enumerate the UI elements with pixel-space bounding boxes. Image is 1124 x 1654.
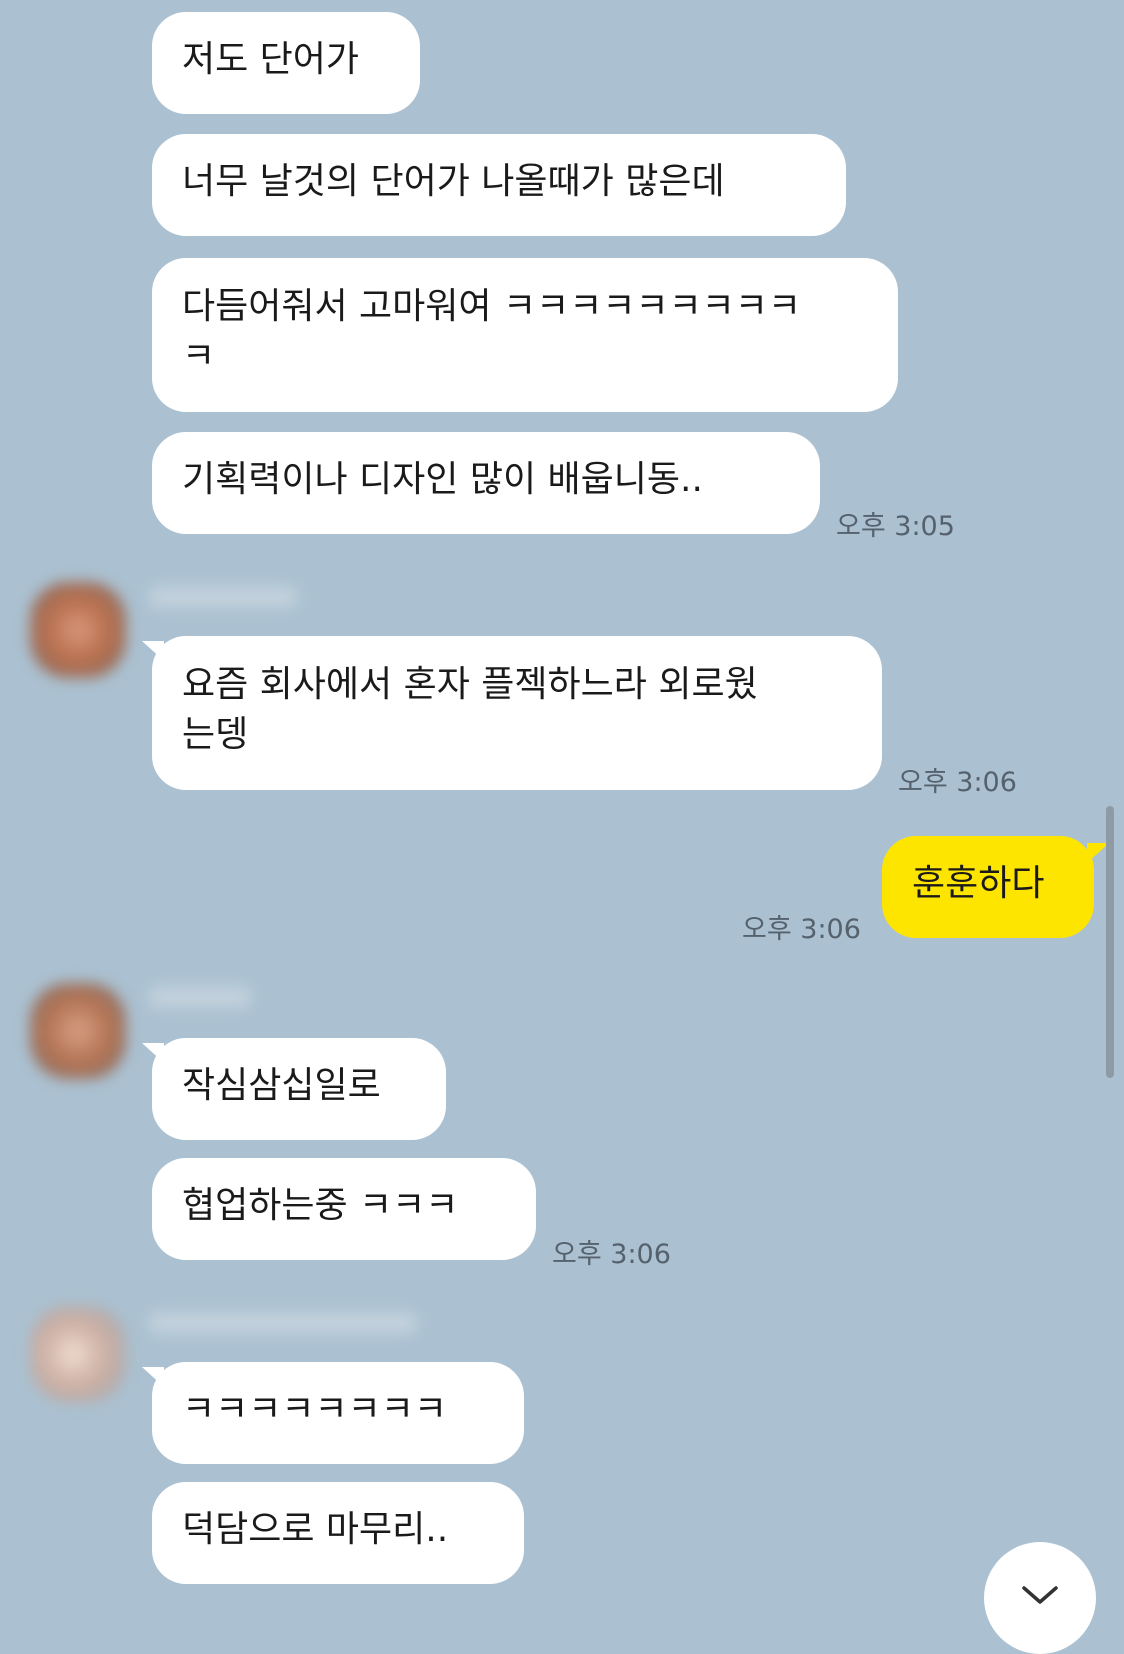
message-timestamp: 오후 3:06 — [898, 767, 1017, 798]
sender-name — [148, 1312, 418, 1334]
scroll-to-bottom-button[interactable] — [984, 1542, 1096, 1654]
message-bubble[interactable]: 저도 단어가 — [152, 12, 420, 114]
sender-avatar[interactable] — [30, 582, 126, 678]
message-bubble[interactable]: 기획력이나 디자인 많이 배웁니동.. — [152, 432, 820, 534]
message-timestamp: 오후 3:06 — [552, 1239, 671, 1270]
chat-message-list[interactable]: 저도 단어가 너무 날것의 단어가 나올때가 많은데 다듬어줘서 고마워여 ㅋㅋ… — [0, 0, 1124, 1597]
message-bubble[interactable]: 협업하는중 ㅋㅋㅋ — [152, 1158, 536, 1260]
message-bubble[interactable]: 너무 날것의 단어가 나올때가 많은데 — [152, 134, 846, 236]
message-bubble[interactable]: 작심삼십일로 — [152, 1038, 446, 1140]
sender-name — [148, 586, 298, 608]
message-timestamp: 오후 3:06 — [742, 914, 861, 945]
my-message-bubble[interactable]: 훈훈하다 — [882, 836, 1094, 938]
scrollbar-thumb[interactable] — [1106, 806, 1114, 1078]
sender-avatar[interactable] — [30, 1306, 126, 1402]
sender-avatar[interactable] — [30, 983, 126, 1079]
message-bubble[interactable]: 요즘 회사에서 혼자 플젝하느라 외로웠 는뎅 — [152, 636, 882, 790]
chevron-down-icon — [1022, 1586, 1058, 1604]
message-bubble[interactable]: ㅋㅋㅋㅋㅋㅋㅋㅋ — [152, 1362, 524, 1464]
sender-name — [148, 986, 252, 1008]
message-bubble[interactable]: 다듬어줘서 고마워여 ㅋㅋㅋㅋㅋㅋㅋㅋㅋ ㅋ — [152, 258, 898, 412]
message-timestamp: 오후 3:05 — [836, 511, 955, 542]
message-bubble[interactable]: 덕담으로 마무리.. — [152, 1482, 524, 1584]
